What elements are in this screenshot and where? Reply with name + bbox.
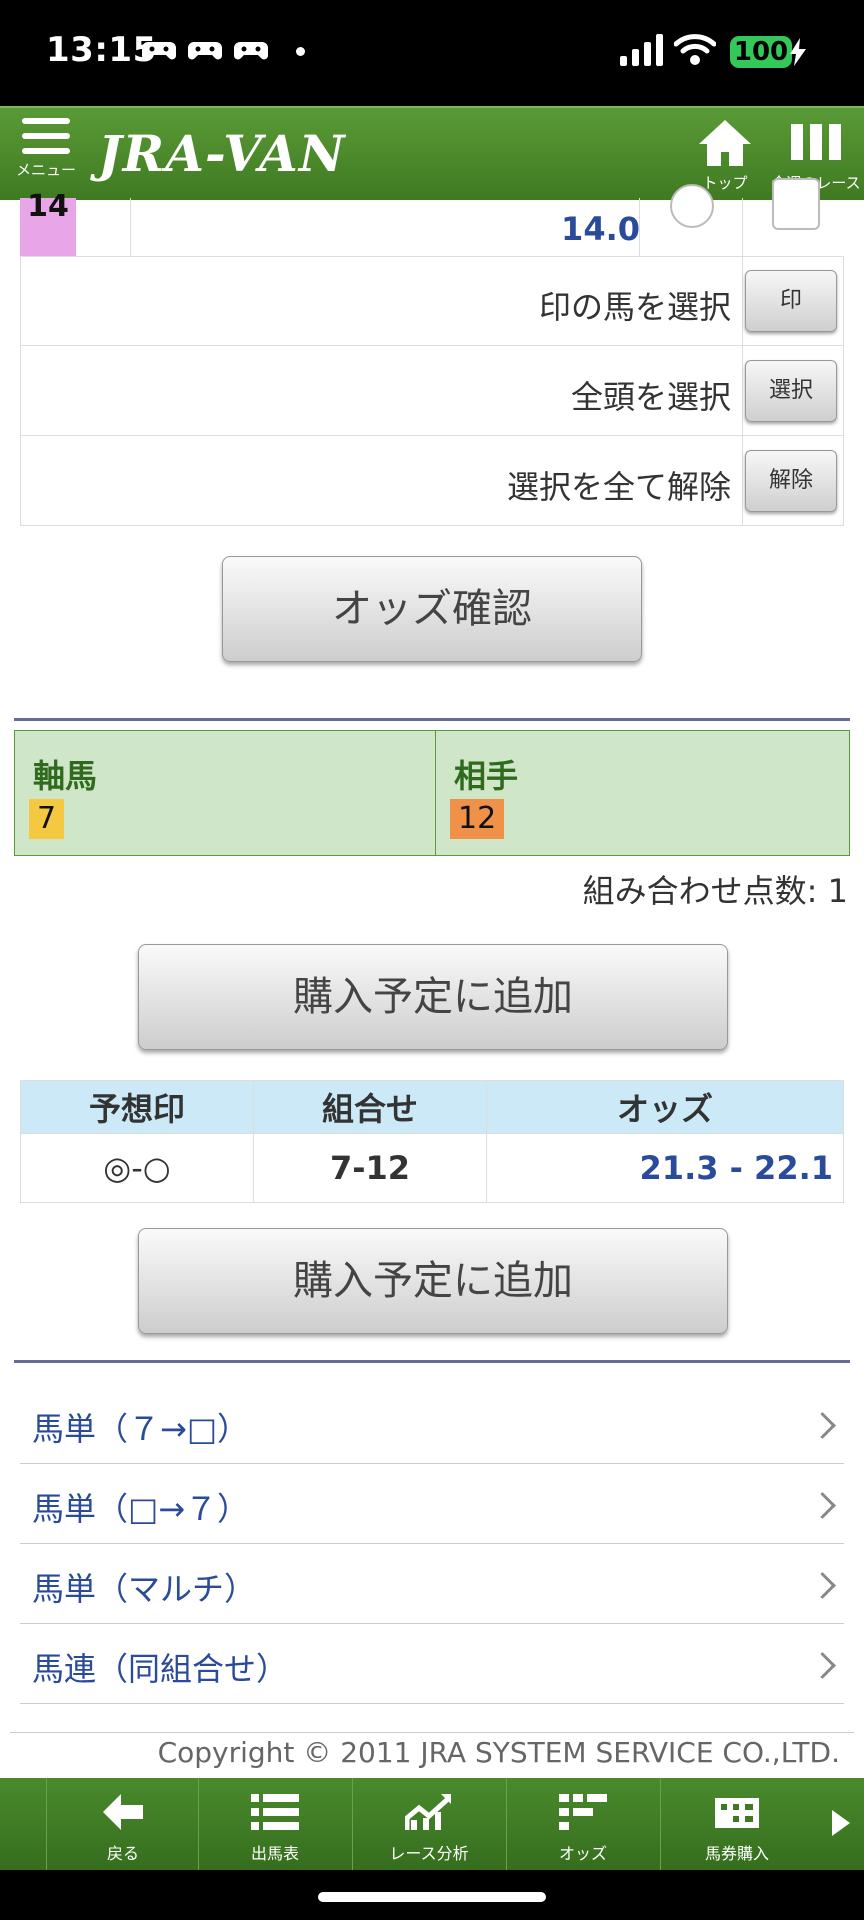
select-marked-row: 印の馬を選択 印	[20, 256, 844, 346]
table-header: 予想印	[20, 1080, 254, 1134]
clear-selection-row: 選択を全て解除 解除	[20, 436, 844, 526]
clear-selection-label: 選択を全て解除	[506, 468, 731, 506]
race-analysis-button[interactable]: レース分析	[352, 1778, 505, 1870]
divider	[14, 718, 850, 721]
nav-more-arrow-icon[interactable]	[832, 1810, 850, 1836]
table-row: ◎-○ 7-12 21.3 - 22.1	[20, 1133, 844, 1203]
game-controller-icon	[188, 42, 222, 60]
select-marked-button[interactable]: 印	[745, 270, 837, 332]
list-icon	[251, 1794, 299, 1830]
partner-column: 相手 12	[436, 731, 849, 855]
race-card-button[interactable]: 出馬表	[198, 1778, 351, 1870]
check-odds-button[interactable]: オッズ確認	[222, 556, 642, 662]
selection-controls: 印の馬を選択 印 全頭を選択 選択 選択を全て解除 解除	[20, 256, 844, 526]
link-label: 馬単（７→□）	[32, 1410, 250, 1448]
select-all-button[interactable]: 選択	[745, 360, 837, 422]
game-controller-icon	[234, 42, 268, 60]
cellular-signal-icon	[620, 34, 663, 66]
table-header: 組合せ	[253, 1080, 487, 1134]
axis-horse-badge: 7	[29, 799, 65, 839]
link-label: 馬単（□→７）	[32, 1490, 250, 1528]
horse-row: 14 14.0	[20, 178, 844, 257]
link-label: 馬単（マルチ）	[32, 1570, 257, 1608]
odds-grid-icon	[559, 1794, 607, 1830]
menu-label: メニュー	[15, 161, 76, 179]
ticket-icon	[715, 1798, 759, 1828]
divider	[14, 1360, 850, 1363]
horse-number: 14	[20, 192, 76, 256]
bottom-nav: 戻る 出馬表 レース分析 オッズ 馬券購入	[0, 1778, 864, 1870]
charging-bolt-icon	[790, 38, 806, 66]
top-button[interactable]: トップ	[690, 118, 760, 193]
status-bar: 13:15 100	[0, 0, 864, 106]
axis-horse-heading: 軸馬	[33, 757, 98, 795]
link-label: 馬連（同組合せ）	[32, 1650, 289, 1688]
partner-badge: 12	[450, 799, 505, 839]
app-header: メニュー JRA-VAN トップ 今週のレース	[0, 106, 864, 200]
odds-button[interactable]: オッズ	[506, 1778, 659, 1870]
game-controller-icon	[142, 42, 176, 60]
columns-icon	[791, 124, 841, 160]
notification-icons	[142, 38, 305, 64]
copyright-text: Copyright © 2011 JRA SYSTEM SERVICE CO.,…	[157, 1736, 840, 1769]
combo-cell: 7-12	[253, 1133, 487, 1203]
bet-type-links: 馬単（７→□） 馬単（□→７） 馬単（マルチ） 馬連（同組合せ）	[20, 1384, 844, 1704]
chevron-right-icon	[809, 1412, 836, 1439]
mark-cell: ◎-○	[20, 1133, 254, 1203]
menu-button[interactable]: メニュー	[14, 118, 78, 180]
footer-divider	[10, 1732, 854, 1733]
status-time: 13:15	[46, 30, 157, 70]
bet-purchase-button[interactable]: 馬券購入	[660, 1778, 813, 1870]
more-notifications-dot	[296, 46, 305, 56]
odds-cell: 21.3 - 22.1	[486, 1133, 844, 1203]
table-header: オッズ	[486, 1080, 844, 1134]
combination-count: 組み合わせ点数: 1	[582, 872, 848, 910]
combination-summary: 軸馬 7 相手 12	[14, 730, 850, 856]
select-all-row: 全頭を選択 選択	[20, 346, 844, 436]
back-button[interactable]: 戻る	[46, 1778, 199, 1870]
list-item[interactable]: 馬連（同組合せ）	[20, 1624, 844, 1704]
wifi-icon	[674, 34, 716, 65]
hamburger-icon	[14, 118, 78, 154]
arrow-left-icon	[103, 1794, 143, 1830]
horse-odds: 14.0	[561, 210, 640, 248]
chart-icon	[405, 1794, 451, 1830]
table-header-row: 予想印 組合せ オッズ	[20, 1080, 844, 1134]
battery-indicator: 100	[730, 36, 792, 68]
home-icon	[699, 120, 751, 166]
add-to-purchase-button-2[interactable]: 購入予定に追加	[138, 1228, 728, 1334]
combination-table: 予想印 組合せ オッズ ◎-○ 7-12 21.3 - 22.1	[20, 1080, 844, 1203]
nav-label: レース分析	[389, 1844, 469, 1863]
horse-mark-radio[interactable]	[670, 184, 714, 228]
jra-van-logo[interactable]: JRA-VAN	[98, 124, 346, 183]
list-item[interactable]: 馬単（マルチ）	[20, 1544, 844, 1624]
add-to-purchase-button[interactable]: 購入予定に追加	[138, 944, 728, 1050]
list-item[interactable]: 馬単（□→７）	[20, 1464, 844, 1544]
home-indicator-bar	[0, 1870, 864, 1920]
nav-label: 馬券購入	[704, 1844, 769, 1863]
nav-label: 出馬表	[250, 1844, 299, 1863]
select-marked-label: 印の馬を選択	[538, 288, 731, 326]
nav-label: 戻る	[106, 1844, 139, 1863]
partner-heading: 相手	[454, 757, 519, 795]
clear-selection-button[interactable]: 解除	[745, 450, 837, 512]
nav-label: オッズ	[558, 1844, 607, 1863]
list-item[interactable]: 馬単（７→□）	[20, 1384, 844, 1464]
select-all-label: 全頭を選択	[570, 378, 731, 416]
chevron-right-icon	[809, 1652, 836, 1679]
axis-horse-column: 軸馬 7	[15, 731, 436, 855]
chevron-right-icon	[809, 1492, 836, 1519]
horse-select-checkbox[interactable]	[772, 178, 820, 230]
chevron-right-icon	[809, 1572, 836, 1599]
